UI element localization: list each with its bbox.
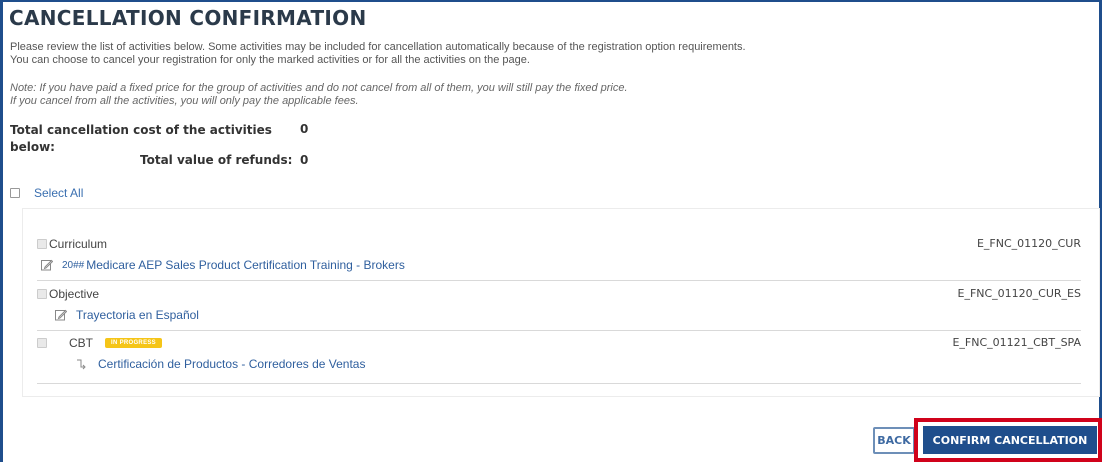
total-refunds-value: 0 [300,153,309,167]
back-button[interactable]: BACK [873,427,915,454]
activity-checkbox[interactable] [37,239,47,249]
activity-code: E_FNC_01121_CBT_SPA [952,336,1081,349]
activity-row-objective: Objective E_FNC_01120_CUR_ES Trayectoria… [37,287,1081,331]
activity-title-prefix: 20## [62,259,85,271]
activity-list: Curriculum E_FNC_01120_CUR 20## Medicare… [22,208,1100,397]
total-cancellation-cost-value: 0 [300,122,309,136]
activity-row-cbt: CBT IN PROGRESS E_FNC_01121_CBT_SPA Cert… [37,336,1081,384]
activity-type: Curriculum [37,237,107,251]
select-all[interactable]: Select All [10,186,83,200]
activity-code: E_FNC_01120_CUR [976,237,1081,250]
intro-line: Please review the list of activities bel… [10,41,746,53]
activity-title-link[interactable]: Trayectoria en Español [76,308,199,322]
select-all-checkbox[interactable] [10,188,20,198]
activity-type: CBT IN PROGRESS [37,336,162,350]
activity-type-label: Objective [49,287,100,301]
activity-title-link[interactable]: Medicare AEP Sales Product Certification… [86,258,405,272]
note-line: Note: If you have paid a fixed price for… [10,82,628,94]
activity-type-label: CBT [69,336,93,350]
edit-icon[interactable] [41,259,54,271]
activity-title-line: 20## Medicare AEP Sales Product Certific… [41,258,405,272]
intro-line: You can choose to cancel your registrati… [10,54,530,66]
page-title: CANCELLATION CONFIRMATION [9,6,367,30]
activity-checkbox[interactable] [37,338,47,348]
activity-checkbox[interactable] [37,289,47,299]
activity-code: E_FNC_01120_CUR_ES [957,287,1082,300]
select-all-label[interactable]: Select All [34,186,83,200]
edit-icon[interactable] [55,309,68,321]
activity-title-line: Trayectoria en Español [55,308,199,322]
total-refunds-label: Total value of refunds: [140,153,293,167]
branch-icon [75,358,89,370]
note-line: If you cancel from all the activities, y… [10,95,359,107]
activity-title-link[interactable]: Certificación de Productos - Corredores … [98,357,365,371]
activity-type: Objective [37,287,99,301]
activity-type-label: Curriculum [49,237,108,251]
intro-text: Please review the list of activities bel… [10,41,1090,67]
status-badge: IN PROGRESS [105,338,162,348]
confirm-cancellation-button[interactable]: CONFIRM CANCELLATION [923,426,1097,454]
activity-title-line: Certificación de Productos - Corredores … [75,357,365,371]
activity-row-curriculum: Curriculum E_FNC_01120_CUR 20## Medicare… [37,237,1081,281]
total-cancellation-cost-label: Total cancellation cost of the activitie… [10,123,272,154]
note-text: Note: If you have paid a fixed price for… [10,82,1090,108]
